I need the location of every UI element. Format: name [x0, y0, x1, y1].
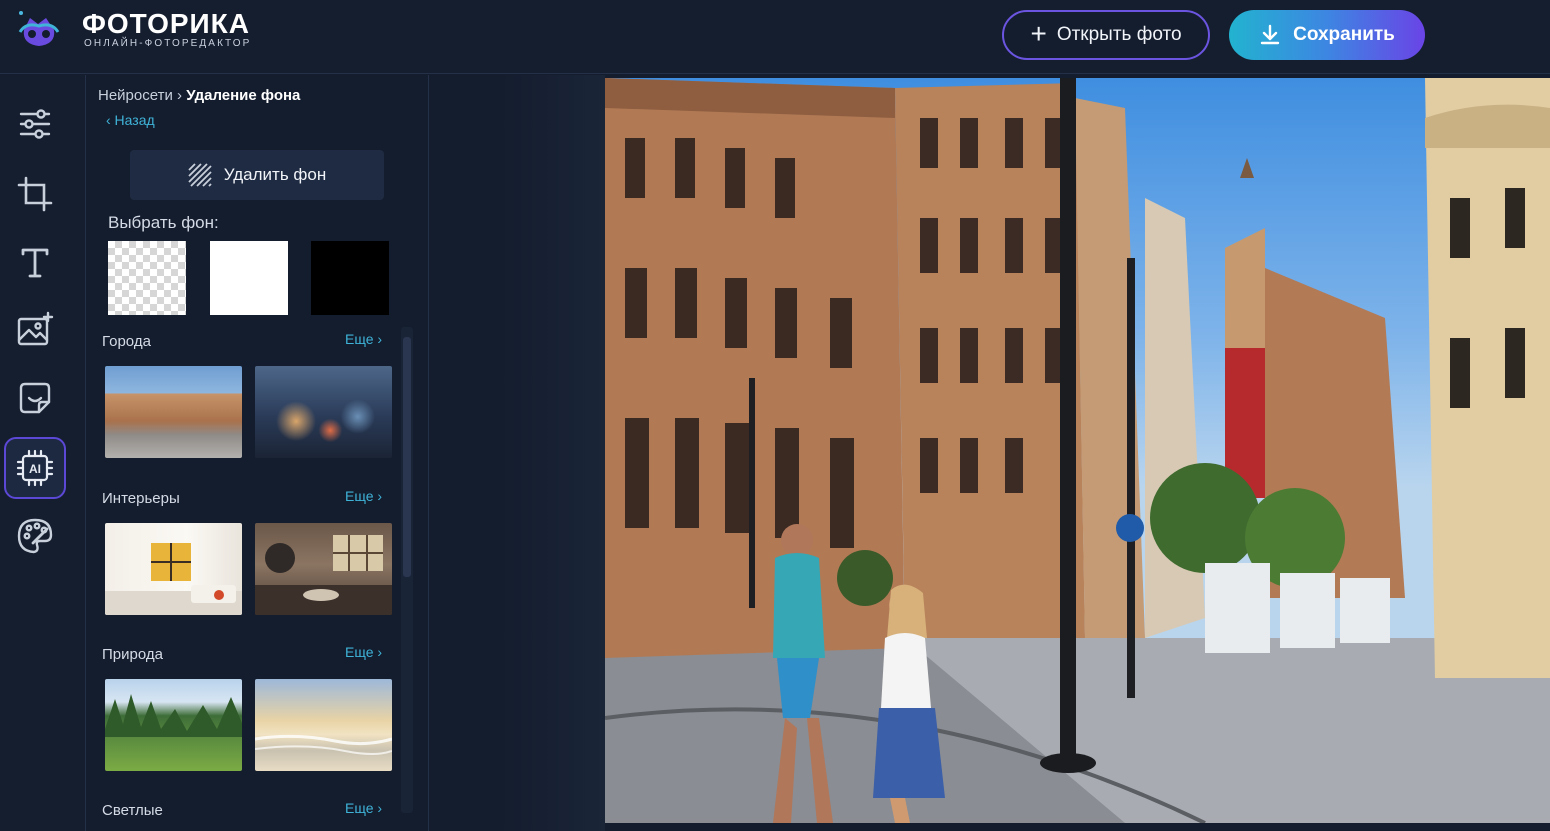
background-thumbnail[interactable] — [105, 679, 242, 771]
breadcrumb: Нейросети › Удаление фона — [98, 87, 300, 104]
rail-item-add-image[interactable] — [4, 299, 66, 361]
tool-rail: AI — [0, 75, 86, 831]
save-button[interactable]: Сохранить — [1229, 10, 1425, 60]
category-title-cities: Города — [102, 333, 151, 350]
remove-background-label: Удалить фон — [223, 165, 327, 184]
save-label: Сохранить — [1293, 24, 1395, 45]
category-title-interiors: Интерьеры — [102, 490, 180, 507]
category-more-nature[interactable]: Еще › — [345, 644, 382, 660]
background-thumbnail[interactable] — [255, 679, 392, 771]
ai-chip-icon: AI — [16, 449, 54, 487]
text-icon — [21, 248, 49, 278]
crop-icon — [17, 176, 53, 212]
hatch-icon — [188, 163, 212, 187]
rail-item-adjust[interactable] — [4, 93, 66, 155]
palette-icon — [17, 518, 53, 554]
background-thumbnail[interactable] — [255, 523, 392, 615]
background-thumbnail[interactable] — [255, 366, 392, 458]
background-thumbnail[interactable] — [105, 366, 242, 458]
svg-text:AI: AI — [29, 462, 41, 476]
add-image-icon — [17, 311, 54, 346]
app-title: ФОТОРИКА — [82, 8, 250, 39]
rail-item-text[interactable] — [4, 231, 66, 293]
editor-canvas — [430, 75, 1550, 831]
rail-item-crop[interactable] — [4, 163, 66, 225]
category-title-light: Светлые — [102, 802, 163, 819]
category-title-nature: Природа — [102, 646, 163, 663]
panel-scrollbar-thumb[interactable] — [403, 337, 411, 577]
rail-item-sticker[interactable] — [4, 367, 66, 429]
rail-item-palette[interactable] — [4, 505, 66, 567]
rail-item-ai[interactable]: AI — [4, 437, 66, 499]
logo-icon — [18, 11, 60, 46]
background-thumbnail[interactable] — [105, 523, 242, 615]
top-bar: ФОТОРИКА ОНЛАЙН-ФОТОРЕДАКТОР + Открыть ф… — [0, 0, 1550, 74]
open-photo-button[interactable]: + Открыть фото — [1002, 10, 1210, 60]
remove-background-button[interactable]: Удалить фон — [130, 150, 384, 200]
pick-background-label: Выбрать фон: — [108, 213, 219, 232]
white-background-swatch[interactable] — [210, 241, 288, 315]
sliders-icon — [19, 109, 51, 139]
edited-photo[interactable] — [605, 78, 1550, 823]
category-more-cities[interactable]: Еще › — [345, 331, 382, 347]
black-background-swatch[interactable] — [311, 241, 389, 315]
plus-icon: + — [1030, 17, 1047, 49]
bg-removal-panel: Нейросети › Удаление фона ‹ Назад Удалит… — [87, 75, 429, 831]
transparent-background-swatch[interactable] — [108, 241, 186, 315]
back-link[interactable]: ‹ Назад — [106, 112, 155, 128]
breadcrumb-parent[interactable]: Нейросети — [98, 87, 173, 104]
photo-image — [605, 78, 1550, 823]
breadcrumb-separator: › — [177, 87, 183, 104]
download-icon — [1260, 24, 1280, 45]
app-subtitle: ОНЛАЙН-ФОТОРЕДАКТОР — [84, 38, 252, 49]
open-photo-label: Открыть фото — [1056, 24, 1182, 45]
category-more-interiors[interactable]: Еще › — [345, 488, 382, 504]
sticker-icon — [19, 382, 51, 414]
panel-scrollbar[interactable] — [401, 327, 413, 813]
category-more-light[interactable]: Еще › — [345, 800, 382, 816]
canvas-shadow — [500, 75, 605, 831]
breadcrumb-current: Удаление фона — [186, 87, 301, 104]
